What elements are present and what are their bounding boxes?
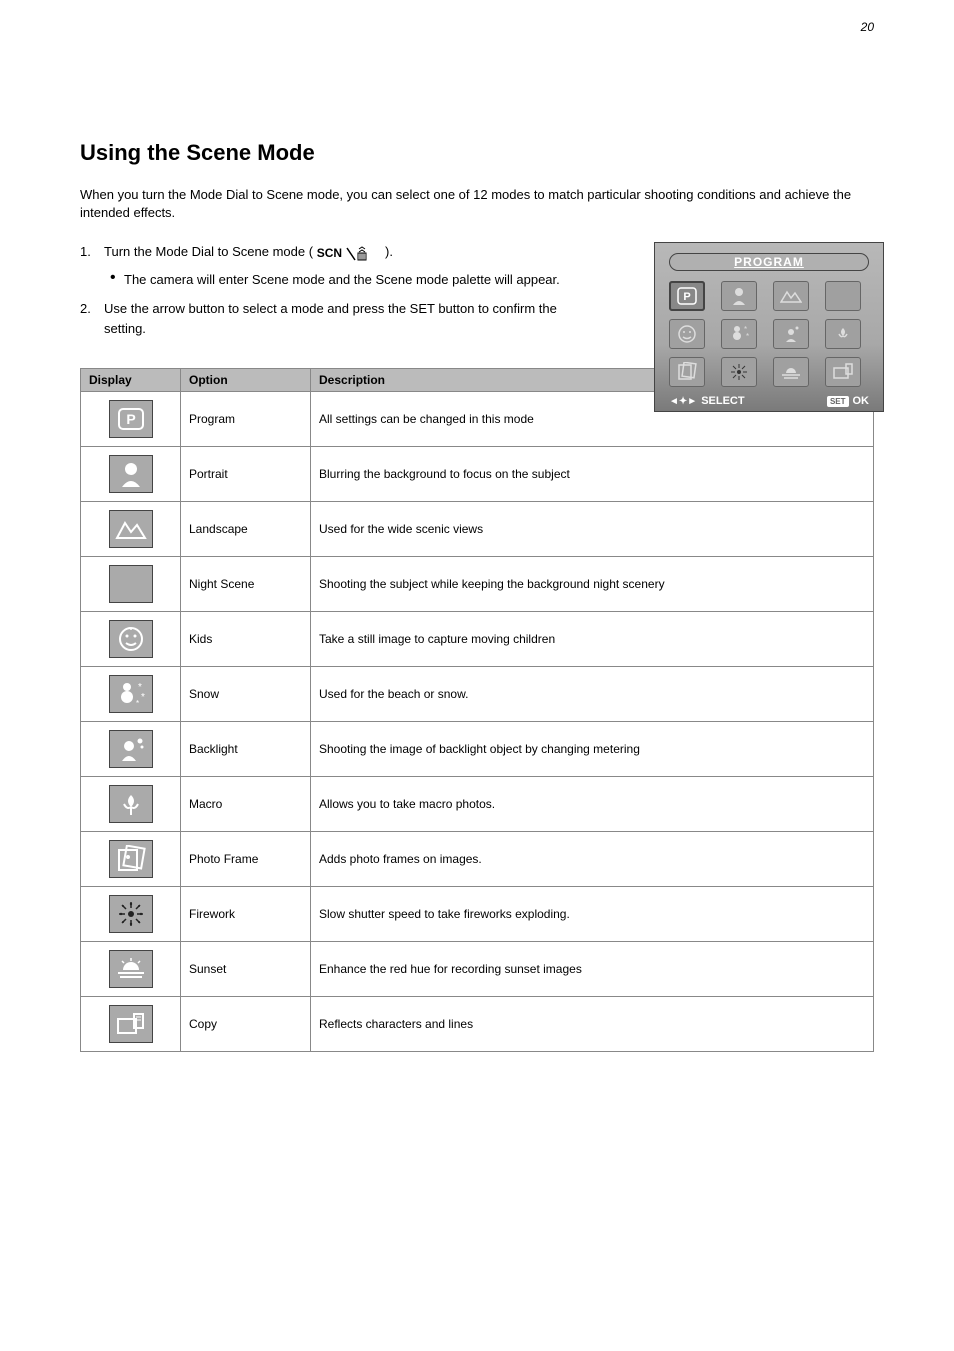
bullet-text: The camera will enter Scene mode and the… [124, 270, 560, 290]
cell-option: Program [181, 392, 311, 447]
cell-option: Landscape [181, 502, 311, 557]
sunset-icon [109, 950, 153, 988]
svg-text:*: * [141, 692, 145, 703]
step-text-b: ). [385, 244, 393, 259]
cell-desc: Used for the wide scenic views [311, 502, 874, 557]
screenshot-title: PROGRAM [734, 255, 804, 269]
grid-sunset-icon [773, 357, 809, 387]
footer-ok-label: OK [853, 395, 870, 407]
landscape-icon [109, 510, 153, 548]
step-1-bullet: • The camera will enter Scene mode and t… [110, 270, 560, 290]
cell-desc: Allows you to take macro photos. [311, 777, 874, 832]
photo-frame-icon [109, 840, 153, 878]
table-row: Macro Allows you to take macro photos. [81, 777, 874, 832]
step-text-a: Turn the Mode Dial to Scene mode ( [104, 244, 313, 259]
cell-desc: Shooting the image of backlight object b… [311, 722, 874, 777]
table-row: Night Scene Shooting the subject while k… [81, 557, 874, 612]
macro-icon [109, 785, 153, 823]
footer-ok: SET OK [827, 395, 869, 407]
table-row: Copy Reflects characters and lines [81, 997, 874, 1052]
table-row: *** Snow Used for the beach or snow. [81, 667, 874, 722]
grid-landscape-icon [773, 281, 809, 311]
page-title: Using the Scene Mode [80, 140, 874, 166]
bullet-dot: • [110, 270, 124, 290]
page-number: 20 [861, 20, 874, 34]
cell-option: Macro [181, 777, 311, 832]
grid-portrait-icon [721, 281, 757, 311]
cell-option: Backlight [181, 722, 311, 777]
snow-icon: *** [109, 675, 153, 713]
firework-icon [109, 895, 153, 933]
copy-icon [109, 1005, 153, 1043]
grid-snow-icon: ** [721, 319, 757, 349]
grid-night-icon [825, 281, 861, 311]
backlight-icon [109, 730, 153, 768]
step-2: 2. Use the arrow button to select a mode… [80, 299, 560, 338]
scn-mode-icon: SCN [317, 244, 382, 262]
camera-screenshot: PROGRAM P ** [654, 242, 884, 412]
scene-mode-table: Display Option Description P Program All… [80, 368, 874, 1052]
table-row: Photo Frame Adds photo frames on images. [81, 832, 874, 887]
steps-block: 1. Turn the Mode Dial to Scene mode ( SC… [80, 242, 560, 338]
cell-option: Night Scene [181, 557, 311, 612]
portrait-icon [109, 455, 153, 493]
cell-desc: Take a still image to capture moving chi… [311, 612, 874, 667]
grid-backlight-icon [773, 319, 809, 349]
step-1: 1. Turn the Mode Dial to Scene mode ( SC… [80, 242, 560, 262]
grid-program-icon: P [669, 281, 705, 311]
cell-desc: Slow shutter speed to take fireworks exp… [311, 887, 874, 942]
table-row: Landscape Used for the wide scenic views [81, 502, 874, 557]
svg-text:*: * [136, 699, 139, 708]
table-row: Backlight Shooting the image of backligh… [81, 722, 874, 777]
grid-frame-icon [669, 357, 705, 387]
table-row: Firework Slow shutter speed to take fire… [81, 887, 874, 942]
table-row: Sunset Enhance the red hue for recording… [81, 942, 874, 997]
th-display: Display [81, 369, 181, 392]
step-text: Use the arrow button to select a mode an… [104, 299, 560, 338]
cell-option: Kids [181, 612, 311, 667]
grid-macro-icon [825, 319, 861, 349]
screenshot-footer: ◄✦► SELECT SET OK [655, 391, 883, 411]
program-icon: P [109, 400, 153, 438]
kids-icon [109, 620, 153, 658]
th-option: Option [181, 369, 311, 392]
cell-desc: Used for the beach or snow. [311, 667, 874, 722]
cell-desc: Blurring the background to focus on the … [311, 447, 874, 502]
table-row: Portrait Blurring the background to focu… [81, 447, 874, 502]
set-badge-icon: SET [827, 396, 849, 407]
cell-option: Portrait [181, 447, 311, 502]
cell-desc: Reflects characters and lines [311, 997, 874, 1052]
cell-option: Copy [181, 997, 311, 1052]
cell-option: Snow [181, 667, 311, 722]
svg-text:P: P [683, 291, 690, 303]
grid-firework-icon [721, 357, 757, 387]
night-scene-icon [109, 565, 153, 603]
grid-kids-icon [669, 319, 705, 349]
cell-option: Photo Frame [181, 832, 311, 887]
grid-copy-icon [825, 357, 861, 387]
svg-text:P: P [126, 411, 135, 427]
screenshot-title-bar: PROGRAM [669, 253, 869, 271]
cell-option: Sunset [181, 942, 311, 997]
screenshot-icon-grid: P ** [655, 277, 883, 391]
step-number: 2. [80, 299, 104, 338]
cell-desc: Shooting the subject while keeping the b… [311, 557, 874, 612]
footer-select: ◄✦► SELECT [669, 395, 745, 407]
footer-select-label: SELECT [701, 395, 744, 407]
intro-text: When you turn the Mode Dial to Scene mod… [80, 186, 874, 222]
svg-text:*: * [746, 332, 749, 341]
cell-desc: Adds photo frames on images. [311, 832, 874, 887]
table-row: Kids Take a still image to capture movin… [81, 612, 874, 667]
cell-option: Firework [181, 887, 311, 942]
arrows-icon: ◄✦► [669, 396, 697, 407]
cell-desc: Enhance the red hue for recording sunset… [311, 942, 874, 997]
step-number: 1. [80, 242, 104, 262]
step-text: Turn the Mode Dial to Scene mode ( SCN )… [104, 242, 560, 262]
